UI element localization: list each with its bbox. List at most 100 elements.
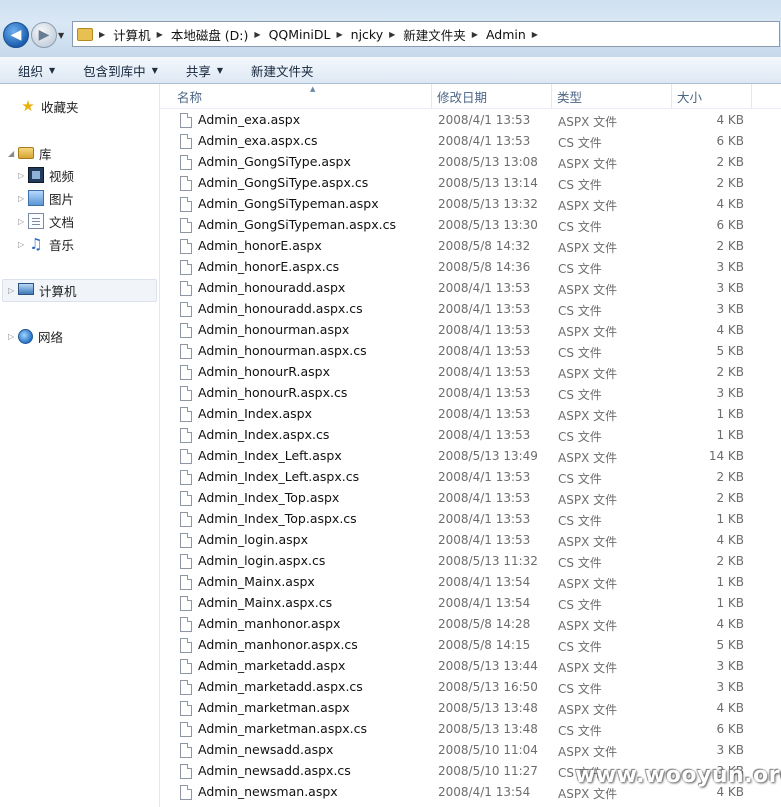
file-row[interactable]: Admin_honourR.aspx 2008/4/1 13:53 ASPX 文件 2…	[160, 362, 781, 383]
chevron-right-icon[interactable]: ▶	[389, 30, 395, 39]
organize-menu-button[interactable]: 组织 ▼	[18, 61, 55, 80]
include-in-library-button[interactable]: 包含到库中 ▼	[83, 61, 158, 80]
file-name: Admin_manhonor.aspx	[198, 616, 341, 631]
file-name: Admin_newsadd.aspx	[198, 742, 334, 757]
breadcrumb-computer[interactable]: 计算机	[113, 25, 151, 44]
file-row[interactable]: Admin_marketadd.aspx 2008/5/13 13:44 ASPX …	[160, 656, 781, 677]
file-icon	[180, 743, 192, 758]
file-size: 2 KB	[716, 470, 744, 484]
file-row[interactable]: Admin_Mainx.aspx 2008/4/1 13:54 ASPX 文件 1 K…	[160, 572, 781, 593]
file-row[interactable]: Admin_exa.aspx 2008/4/1 13:53 ASPX 文件 4 KB	[160, 110, 781, 131]
file-type: ASPX 文件	[558, 493, 618, 507]
collapse-arrow-icon[interactable]: ▷	[18, 171, 28, 180]
file-row[interactable]: Admin_login.aspx.cs 2008/5/13 11:32 CS 文件 2…	[160, 551, 781, 572]
collapse-arrow-icon[interactable]: ▷	[8, 286, 18, 295]
file-row[interactable]: Admin_honouradd.aspx 2008/4/1 13:53 ASPX 文…	[160, 278, 781, 299]
sidebar-item-computer[interactable]: ▷ 计算机	[8, 279, 77, 301]
file-row[interactable]: Admin_manhonor.aspx 2008/5/8 14:28 ASPX 文件…	[160, 614, 781, 635]
column-header-type[interactable]: 类型	[552, 84, 672, 109]
file-name: Admin_honorE.aspx	[198, 238, 322, 253]
file-type: CS 文件	[558, 640, 602, 654]
expand-arrow-icon[interactable]: ◢	[8, 149, 18, 158]
file-row[interactable]: Admin_honourR.aspx.cs 2008/4/1 13:53 CS 文件…	[160, 383, 781, 404]
collapse-arrow-icon[interactable]: ▷	[8, 332, 18, 341]
chevron-right-icon[interactable]: ▶	[532, 30, 538, 39]
sidebar-item-documents[interactable]: ▷ 文档	[18, 210, 74, 232]
file-date: 2008/5/13 13:44	[438, 659, 538, 673]
sidebar-item-favorites[interactable]: ★ 收藏夹	[20, 95, 78, 117]
file-type: CS 文件	[558, 262, 602, 276]
breadcrumb-qqminidl[interactable]: QQMiniDL	[269, 27, 331, 42]
file-row[interactable]: Admin_honouradd.aspx.cs 2008/4/1 13:53 CS …	[160, 299, 781, 320]
breadcrumb-new-folder[interactable]: 新建文件夹	[403, 25, 466, 44]
sidebar-item-music[interactable]: ▷ ♫ 音乐	[18, 233, 74, 255]
file-icon	[180, 596, 192, 611]
breadcrumb-njcky[interactable]: njcky	[351, 27, 383, 42]
breadcrumb-local-disk[interactable]: 本地磁盘 (D:)	[171, 25, 249, 44]
file-name: Admin_marketadd.aspx	[198, 658, 346, 673]
collapse-arrow-icon[interactable]: ▷	[18, 194, 28, 203]
file-row[interactable]: Admin_Mainx.aspx.cs 2008/4/1 13:54 CS 文件 1 …	[160, 593, 781, 614]
sort-ascending-icon: ▲	[310, 85, 316, 93]
file-icon	[180, 281, 192, 296]
file-row[interactable]: Admin_Index.aspx 2008/4/1 13:53 ASPX 文件 1 K…	[160, 404, 781, 425]
file-row[interactable]: Admin_marketman.aspx 2008/5/13 13:48 ASPX …	[160, 698, 781, 719]
chevron-right-icon[interactable]: ▶	[254, 30, 260, 39]
file-row[interactable]: Admin_Index_Left.aspx 2008/5/13 13:49 ASPX…	[160, 446, 781, 467]
file-name: Admin_Index_Left.aspx	[198, 448, 342, 463]
file-icon	[180, 491, 192, 506]
back-button[interactable]: ◀	[3, 22, 29, 48]
file-date: 2008/5/13 13:48	[438, 722, 538, 736]
file-row[interactable]: Admin_marketman.aspx.cs 2008/5/13 13:48 CS…	[160, 719, 781, 740]
file-row[interactable]: Admin_honorE.aspx.cs 2008/5/8 14:36 CS 文件 3…	[160, 257, 781, 278]
sidebar-item-videos[interactable]: ▷ 视频	[18, 164, 74, 186]
file-date: 2008/5/13 13:08	[438, 155, 538, 169]
chevron-right-icon[interactable]: ▶	[99, 30, 105, 39]
file-row[interactable]: Admin_GongSiTypeman.aspx 2008/5/13 13:32 A…	[160, 194, 781, 215]
file-icon	[180, 449, 192, 464]
file-row[interactable]: Admin_GongSiType.aspx 2008/5/13 13:08 ASPX…	[160, 152, 781, 173]
file-row[interactable]: Admin_exa.aspx.cs 2008/4/1 13:53 CS 文件 6 KB	[160, 131, 781, 152]
column-header-size[interactable]: 大小	[672, 84, 752, 109]
file-date: 2008/4/1 13:53	[438, 491, 531, 505]
file-row[interactable]: Admin_manhonor.aspx.cs 2008/5/8 14:15 CS 文…	[160, 635, 781, 656]
file-name: Admin_Index_Left.aspx.cs	[198, 469, 360, 484]
file-row[interactable]: Admin_honourman.aspx 2008/4/1 13:53 ASPX 文…	[160, 320, 781, 341]
file-name: Admin_Index.aspx	[198, 406, 312, 421]
file-row[interactable]: Admin_GongSiTypeman.aspx.cs 2008/5/13 13:…	[160, 215, 781, 236]
column-header-name[interactable]: 名称 ▲	[172, 84, 432, 109]
new-folder-button[interactable]: 新建文件夹	[251, 61, 314, 80]
breadcrumb-admin[interactable]: Admin	[486, 27, 526, 42]
file-icon	[180, 365, 192, 380]
organize-label: 组织	[18, 63, 44, 79]
file-row[interactable]: Admin_marketadd.aspx.cs 2008/5/13 16:50 CS…	[160, 677, 781, 698]
chevron-right-icon[interactable]: ▶	[336, 30, 342, 39]
file-row[interactable]: Admin_honourman.aspx.cs 2008/4/1 13:53 CS …	[160, 341, 781, 362]
file-row[interactable]: Admin_Index_Top.aspx 2008/4/1 13:53 ASPX 文…	[160, 488, 781, 509]
chevron-right-icon[interactable]: ▶	[157, 30, 163, 39]
file-row[interactable]: Admin_Index_Left.aspx.cs 2008/4/1 13:53 CS…	[160, 467, 781, 488]
collapse-arrow-icon[interactable]: ▷	[18, 217, 28, 226]
file-row[interactable]: Admin_Index_Top.aspx.cs 2008/4/1 13:53 CS …	[160, 509, 781, 530]
forward-button[interactable]: ▶	[31, 22, 57, 48]
collapse-arrow-icon[interactable]: ▷	[18, 240, 28, 249]
file-row[interactable]: Admin_newsadd.aspx 2008/5/10 11:04 ASPX 文件…	[160, 740, 781, 761]
recent-pages-dropdown[interactable]: ▼	[58, 31, 64, 40]
file-date: 2008/5/8 14:28	[438, 617, 531, 631]
share-button[interactable]: 共享 ▼	[186, 61, 223, 80]
file-name: Admin_Mainx.aspx.cs	[198, 595, 333, 610]
file-size: 1 KB	[716, 428, 744, 442]
file-size: 2 KB	[716, 239, 744, 253]
sidebar-item-pictures[interactable]: ▷ 图片	[18, 187, 74, 209]
file-type: ASPX 文件	[558, 745, 618, 759]
column-header-date[interactable]: 修改日期	[432, 84, 552, 109]
file-row[interactable]: Admin_Index.aspx.cs 2008/4/1 13:53 CS 文件 1 …	[160, 425, 781, 446]
file-row[interactable]: Admin_login.aspx 2008/4/1 13:53 ASPX 文件 4 K…	[160, 530, 781, 551]
file-type: ASPX 文件	[558, 325, 618, 339]
address-box[interactable]: ▶ 计算机 ▶ 本地磁盘 (D:) ▶ QQMiniDL ▶ njcky ▶ 新…	[72, 21, 780, 47]
sidebar-item-network[interactable]: ▷ 网络	[8, 325, 63, 347]
file-row[interactable]: Admin_honorE.aspx 2008/5/8 14:32 ASPX 文件 2 …	[160, 236, 781, 257]
sidebar-item-libraries[interactable]: ◢ 库	[8, 142, 52, 164]
chevron-right-icon[interactable]: ▶	[472, 30, 478, 39]
file-row[interactable]: Admin_GongSiType.aspx.cs 2008/5/13 13:14 C…	[160, 173, 781, 194]
